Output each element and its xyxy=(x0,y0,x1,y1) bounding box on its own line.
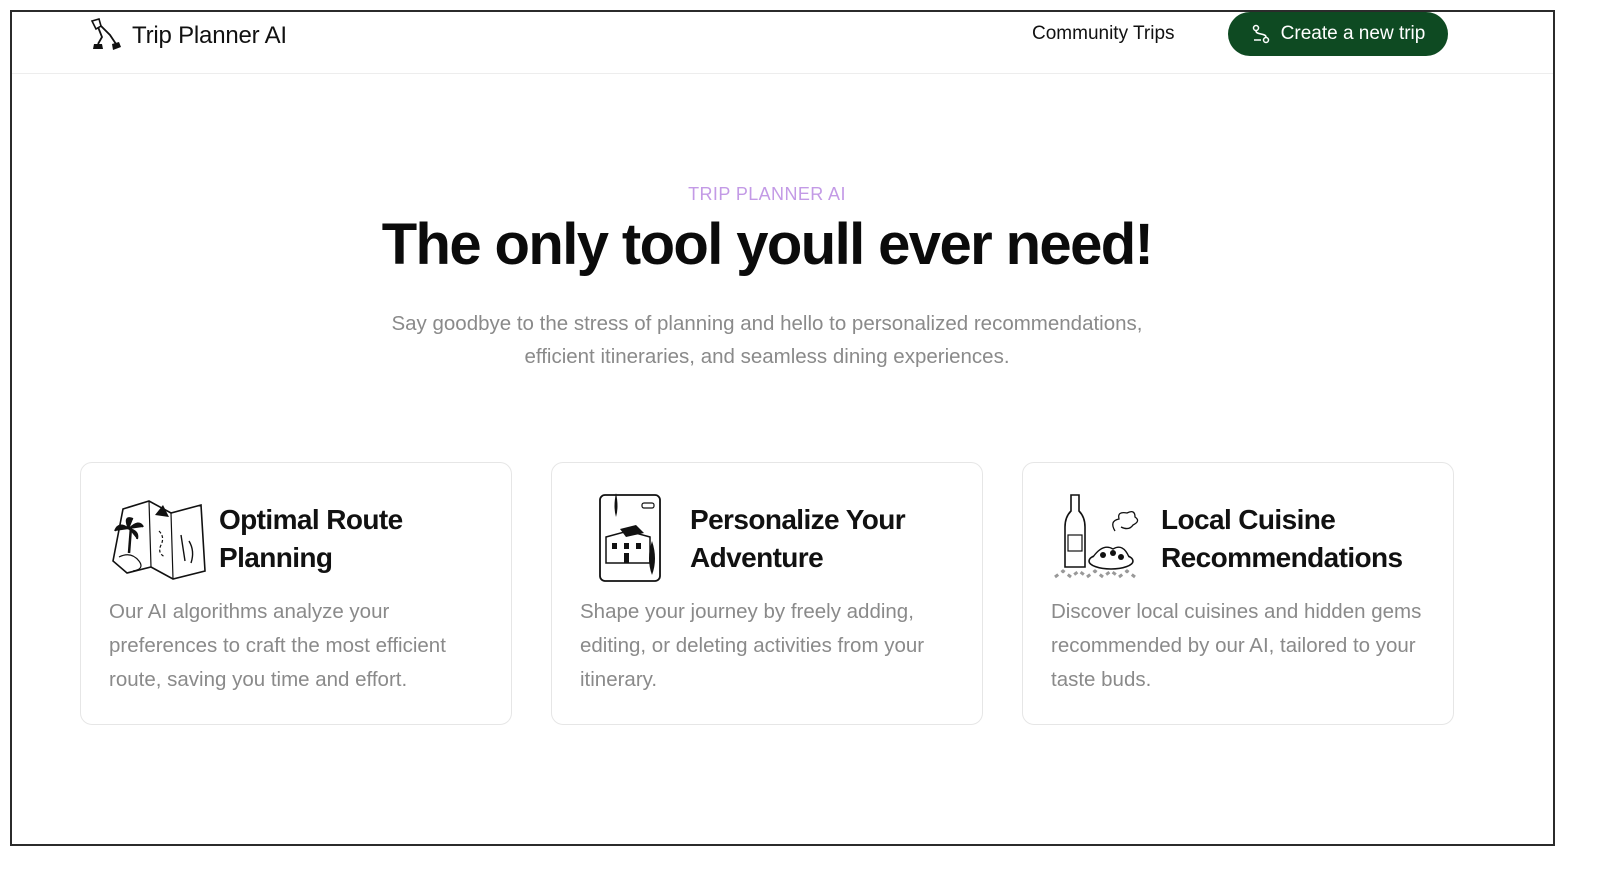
walking-legs-logo-icon xyxy=(90,18,121,50)
hero-section: TRIP PLANNER AI The only tool youll ever… xyxy=(12,184,1522,373)
top-navigation-bar: Trip Planner AI Community Trips Create a… xyxy=(12,12,1553,74)
hero-subtitle: Say goodbye to the stress of planning an… xyxy=(391,312,1143,368)
brand-name: Trip Planner AI xyxy=(132,22,287,49)
feature-title: Optimal Route Planning xyxy=(219,504,403,573)
map-icon xyxy=(112,500,206,580)
feature-title: Personalize Your Adventure xyxy=(690,504,906,573)
feature-description: Our AI algorithms analyze your preferenc… xyxy=(109,600,446,691)
feature-card-personalize: Personalize Your Adventure Shape your jo… xyxy=(551,462,983,725)
community-trips-link[interactable]: Community Trips xyxy=(1032,22,1175,46)
brand-logo[interactable]: Trip Planner AI xyxy=(86,17,287,55)
cuisine-icon xyxy=(1054,494,1139,579)
browser-viewport: Trip Planner AI Community Trips Create a… xyxy=(10,10,1555,846)
hero-eyebrow: TRIP PLANNER AI xyxy=(688,184,846,204)
hero-headline: The only tool youll ever need! xyxy=(381,212,1154,277)
create-new-trip-button[interactable]: Create a new trip xyxy=(1228,12,1448,56)
feature-description: Shape your journey by freely adding, edi… xyxy=(580,600,925,691)
feature-card-cuisine: Local Cuisine Recommendations Discover l… xyxy=(1022,462,1454,725)
route-icon xyxy=(1252,24,1269,44)
phone-town-icon xyxy=(599,493,661,582)
feature-description: Discover local cuisines and hidden gems … xyxy=(1051,600,1422,691)
feature-card-route-planning: Optimal Route Planning Our AI algorithms… xyxy=(80,462,512,725)
create-new-trip-label: Create a new trip xyxy=(1280,23,1426,44)
feature-title: Local Cuisine Recommendations xyxy=(1161,504,1403,573)
